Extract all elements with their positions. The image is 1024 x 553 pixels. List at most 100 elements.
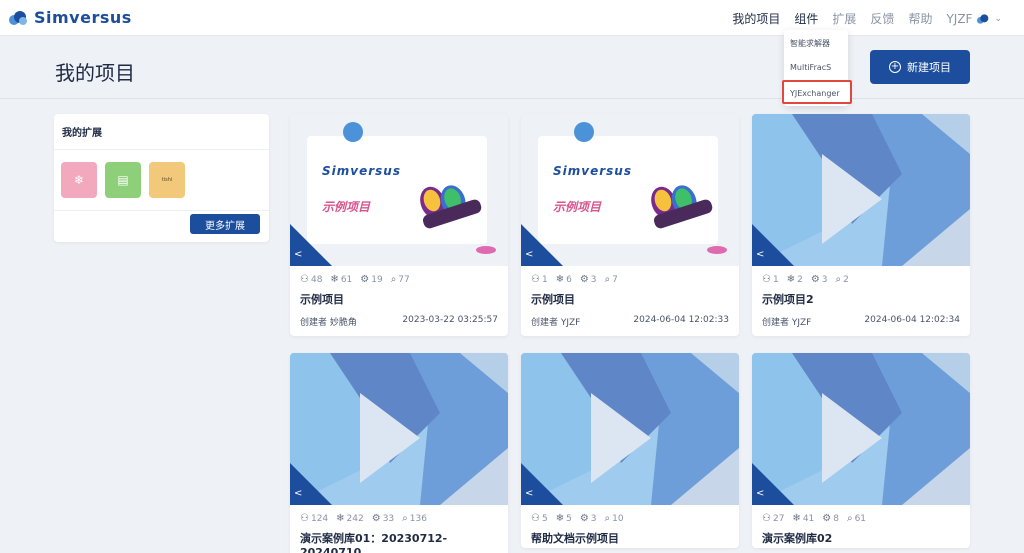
dropdown-item-solver[interactable]: 智能求解器: [784, 32, 848, 56]
project-title[interactable]: 演示案例库02: [752, 528, 970, 548]
stat-value: 1: [541, 274, 548, 285]
thumbnail-caption: 示例项目: [553, 200, 602, 214]
dropdown-item-yjexchanger[interactable]: YJExchanger: [782, 80, 852, 104]
stat-components: ❄ 5: [556, 513, 572, 524]
search-icon: ⌕: [835, 274, 842, 285]
project-thumbnail[interactable]: <: [521, 353, 739, 505]
stat-value: 1: [772, 274, 779, 285]
gear-icon: ⚙: [371, 513, 381, 524]
project-card[interactable]: < ⚇ 124 ❄ 242 ⚙ 33 ⌕ 136 演示案例库01：20230712-20…: [290, 353, 508, 553]
stat-views: ⌕ 77: [391, 274, 410, 285]
dropdown-item-multifracs[interactable]: MultiFracS: [784, 56, 848, 80]
project-title[interactable]: 演示案例库01：20230712-20240710: [290, 528, 508, 553]
project-thumbnail[interactable]: <: [752, 114, 970, 266]
stat-value: 8: [833, 513, 839, 524]
tishi-label: tishi: [161, 177, 173, 183]
project-thumbnail[interactable]: Simversus 示例项目 <: [290, 114, 508, 266]
share-icon[interactable]: <: [294, 249, 302, 260]
project-stats: ⚇ 1 ❄ 2 ⚙ 3 ⌕ 2: [752, 266, 970, 289]
snowflake-icon: ❄: [792, 513, 801, 524]
stat-value: 61: [340, 274, 353, 285]
snowflake-icon: ❄: [555, 274, 565, 285]
stat-value: 41: [802, 513, 815, 524]
user-avatar-icon: [977, 13, 989, 24]
extension-tile-tishi[interactable]: tishi: [149, 162, 185, 198]
project-meta: 创建者 YJZF 2024-06-04 12:02:34: [752, 309, 970, 336]
project-card[interactable]: < ⚇ 5 ❄ 5 ⚙ 3 ⌕ 10 帮助文档示例项目: [521, 353, 739, 548]
project-stats: ⚇ 1 ❄ 6 ⚙ 3 ⌕ 7: [521, 266, 739, 289]
stat-nodes: ⚇ 1: [762, 274, 779, 285]
share-icon[interactable]: <: [756, 488, 764, 499]
stat-value: 33: [382, 513, 395, 524]
stat-components: ❄ 41: [792, 513, 814, 524]
share-icon[interactable]: <: [294, 488, 302, 499]
stat-value: 19: [371, 274, 383, 285]
nav-feedback[interactable]: 反馈: [870, 10, 894, 27]
search-icon: ⌕: [846, 513, 853, 524]
stat-nodes: ⚇ 5: [531, 513, 548, 524]
search-icon: ⌕: [604, 513, 611, 524]
stat-value: 2: [843, 274, 849, 285]
share-icon[interactable]: <: [525, 249, 533, 260]
stat-runs: ⚙ 19: [360, 274, 382, 285]
stat-value: 3: [590, 274, 597, 285]
gear-icon: ⚙: [810, 274, 820, 285]
project-card[interactable]: < ⚇ 27 ❄ 41 ⚙ 8 ⌕ 61 演示案例库02: [752, 353, 970, 548]
thumbnail-logo-text: Simversus: [553, 164, 632, 178]
nav-help[interactable]: 帮助: [908, 10, 932, 27]
document-icon[interactable]: ▤: [105, 162, 141, 198]
project-card[interactable]: Simversus 示例项目 < ⚇ 48 ❄ 61 ⚙ 19 ⌕ 77 示例项目 创建…: [290, 114, 508, 336]
user-menu[interactable]: YJZF ⌄: [946, 12, 1002, 26]
project-card[interactable]: Simversus 示例项目 < ⚇ 1 ❄ 6 ⚙ 3 ⌕ 7 示例项目 创建者 YJ…: [521, 114, 739, 336]
stat-value: 61: [854, 513, 867, 524]
snowflake-icon: ❄: [555, 513, 565, 524]
project-creator: 创建者 妙脆角: [300, 318, 357, 328]
extension-tiles: ❄ ▤ tishi: [54, 150, 269, 211]
stat-value: 3: [590, 513, 597, 524]
stat-runs: ⚙ 3: [580, 274, 597, 285]
stat-components: ❄ 6: [556, 274, 572, 285]
stat-views: ⌕ 2: [836, 274, 849, 285]
snowflake-icon[interactable]: ❄: [61, 162, 97, 198]
nav-extensions[interactable]: 扩展: [832, 10, 856, 27]
share-icon[interactable]: <: [525, 488, 533, 499]
thumbnail-caption: 示例项目: [322, 200, 371, 214]
nav-components[interactable]: 组件: [794, 10, 818, 27]
stat-nodes: ⚇ 48: [300, 274, 322, 285]
project-card[interactable]: < ⚇ 1 ❄ 2 ⚙ 3 ⌕ 2 示例项目2 创建者 YJZF 2024-06-04 …: [752, 114, 970, 336]
project-thumbnail[interactable]: <: [752, 353, 970, 505]
stat-value: 7: [612, 274, 618, 285]
snowflake-icon: ❄: [786, 274, 796, 285]
header-divider: [0, 98, 1024, 99]
components-dropdown: 智能求解器 MultiFracS YJExchanger: [782, 30, 852, 106]
new-project-label: 新建项目: [907, 61, 951, 74]
stat-value: 27: [772, 513, 785, 524]
project-title[interactable]: 示例项目2: [752, 289, 970, 309]
stat-views: ⌕ 136: [402, 513, 427, 524]
share-icon[interactable]: <: [756, 249, 764, 260]
project-title[interactable]: 帮助文档示例项目: [521, 528, 739, 548]
project-date: 2024-06-04 12:02:33: [633, 315, 729, 325]
more-extensions-button[interactable]: 更多扩展: [190, 214, 260, 234]
page-title: 我的项目: [55, 61, 135, 85]
project-date: 2024-06-04 12:02:34: [864, 315, 960, 325]
nav-my-projects[interactable]: 我的项目: [732, 10, 780, 27]
project-stats: ⚇ 27 ❄ 41 ⚙ 8 ⌕ 61: [752, 505, 970, 528]
project-creator: 创建者 YJZF: [531, 318, 581, 328]
logo[interactable]: Simversus: [8, 8, 132, 27]
stat-value: 136: [409, 513, 427, 524]
stat-runs: ⚙ 3: [580, 513, 597, 524]
stat-value: 77: [398, 274, 410, 285]
project-thumbnail[interactable]: <: [290, 353, 508, 505]
gear-icon: ⚙: [822, 513, 832, 524]
project-title[interactable]: 示例项目: [290, 289, 508, 309]
stat-views: ⌕ 10: [605, 513, 624, 524]
stat-components: ❄ 2: [787, 274, 803, 285]
project-date: 2023-03-22 03:25:57: [402, 315, 498, 325]
stat-value: 5: [566, 513, 572, 524]
project-title[interactable]: 示例项目: [521, 289, 739, 309]
nodes-icon: ⚇: [300, 513, 309, 524]
new-project-button[interactable]: + 新建项目: [870, 50, 970, 84]
project-thumbnail[interactable]: Simversus 示例项目 <: [521, 114, 739, 266]
stat-nodes: ⚇ 27: [762, 513, 784, 524]
